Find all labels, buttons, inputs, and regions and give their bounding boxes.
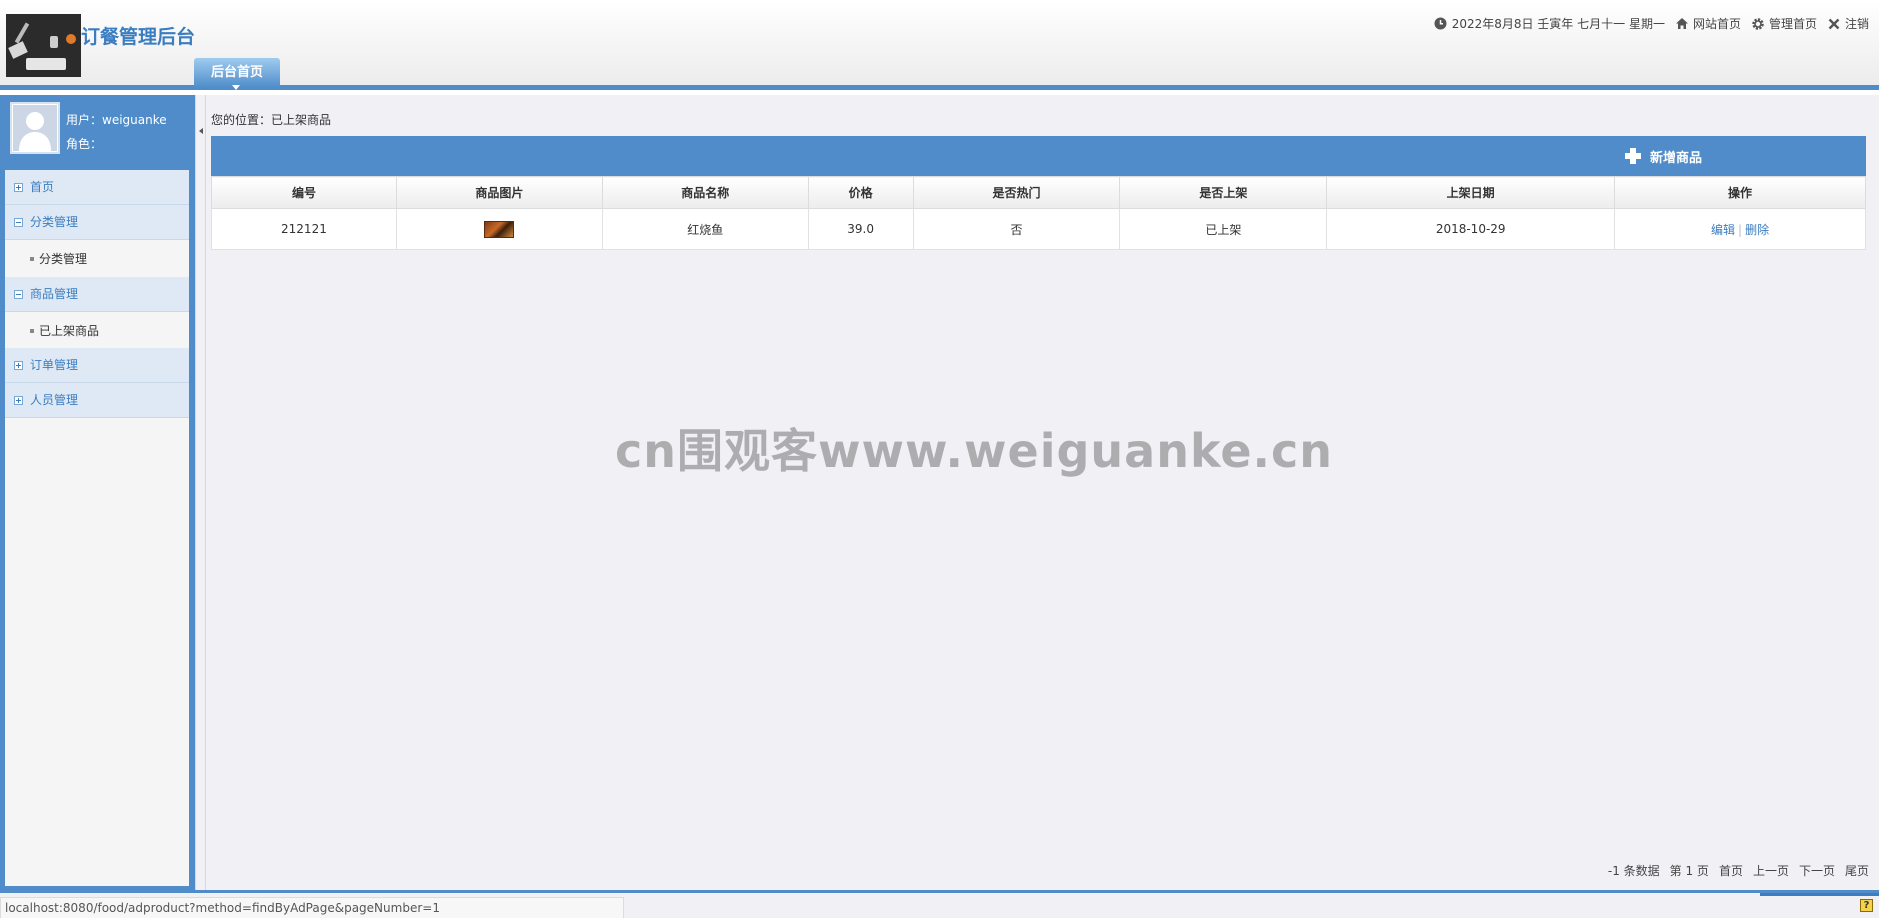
table-row: 212121 红烧鱼 39.0 否 已上架 2018-10-29 编辑 | 删除	[211, 208, 1866, 250]
tab-admin-home-label: 后台首页	[210, 65, 263, 80]
status-url: localhost:8080/food/adproduct?method=fin…	[0, 897, 624, 918]
top-links: 2022年8月8日 壬寅年 七月十一 星期一 网站首页 管理首页 注销	[1434, 15, 1879, 32]
avatar	[10, 102, 60, 154]
add-product-button[interactable]: 新增商品	[1624, 136, 1702, 176]
sidebar-item-label: 分类管理	[30, 215, 79, 229]
collapse-icon	[14, 290, 23, 299]
expand-icon	[14, 361, 23, 370]
home-icon	[1675, 17, 1689, 31]
collapse-arrow-icon	[199, 128, 203, 134]
action-separator: |	[1738, 222, 1743, 237]
help-icon[interactable]: ?	[1860, 899, 1873, 912]
expand-icon	[14, 396, 23, 405]
tab-admin-home[interactable]: 后台首页	[194, 58, 280, 90]
edit-link[interactable]: 编辑	[1711, 223, 1735, 237]
app-title: 订餐管理后台	[81, 26, 196, 48]
logo-image	[6, 14, 81, 77]
status-stripe	[1760, 893, 1879, 896]
site-home-label: 网站首页	[1692, 17, 1741, 31]
column-header[interactable]: 操作	[1614, 176, 1866, 209]
cell-price: 39.0	[807, 208, 914, 250]
status-bar: localhost:8080/food/adproduct?method=fin…	[0, 890, 1879, 918]
column-header[interactable]: 商品图片	[395, 176, 603, 209]
date-text: 2022年8月8日 壬寅年 七月十一 星期一	[1451, 17, 1665, 31]
pagination: -1 条数据 第 1 页 首页 上一页 下一页 尾页	[1598, 862, 1869, 879]
sidebar-item-staff[interactable]: 人员管理	[5, 383, 189, 418]
current-page: 第 1 页	[1669, 864, 1709, 878]
plus-icon	[1624, 148, 1641, 164]
column-header[interactable]: 编号	[211, 176, 397, 209]
sidebar-item-products[interactable]: 商品管理	[5, 277, 189, 312]
sidebar-subitem-label: 已上架商品	[39, 324, 100, 338]
sidebar-subitem-label: 分类管理	[39, 252, 88, 266]
cell-actions: 编辑 | 删除	[1614, 208, 1866, 250]
table-header-row: 编号 商品图片 商品名称 价格 是否热门 是否上架 上架日期 操作	[211, 176, 1866, 209]
watermark: cn围观客www.weiguanke.cn	[615, 424, 1334, 478]
date-display: 2022年8月8日 壬寅年 七月十一 星期一	[1434, 15, 1665, 32]
cell-hot: 否	[912, 208, 1121, 250]
sidebar: 用户：weiguanke 角色： 首页 分类管理 分类管理 商品管理 已上架商品…	[0, 95, 195, 890]
sidebar-collapse-handle[interactable]	[195, 95, 206, 890]
expand-icon	[14, 183, 23, 192]
product-thumbnail	[484, 220, 515, 238]
toolbar: 新增商品	[211, 136, 1866, 176]
gear-icon	[1751, 17, 1765, 31]
admin-home-link[interactable]: 管理首页	[1751, 15, 1817, 32]
sidebar-subitem-listed-products[interactable]: 已上架商品	[5, 313, 189, 349]
column-header[interactable]: 是否热门	[912, 176, 1121, 209]
cell-id: 212121	[211, 208, 397, 250]
record-count: -1 条数据	[1607, 864, 1660, 878]
delete-link[interactable]: 删除	[1745, 223, 1769, 237]
column-header[interactable]: 是否上架	[1119, 176, 1328, 209]
main-content: 您的位置：已上架商品 新增商品 编号 商品图片 商品名称 价格 是否热门 是否上…	[206, 95, 1879, 890]
user-role: 角色：	[66, 137, 103, 151]
cell-on-shelf: 已上架	[1119, 208, 1328, 250]
sidebar-item-home[interactable]: 首页	[5, 170, 189, 205]
sidebar-item-label: 人员管理	[30, 393, 79, 407]
add-product-label: 新增商品	[1649, 150, 1702, 166]
sidebar-item-label: 订单管理	[30, 358, 79, 372]
sidebar-item-label: 首页	[30, 180, 55, 194]
admin-home-label: 管理首页	[1768, 17, 1817, 31]
sidebar-subitem-category-manage[interactable]: 分类管理	[5, 241, 189, 277]
sidebar-item-category[interactable]: 分类管理	[5, 205, 189, 240]
bullet-icon	[30, 329, 34, 333]
prev-page-link[interactable]: 上一页	[1753, 862, 1789, 879]
site-home-link[interactable]: 网站首页	[1675, 15, 1741, 32]
last-page-link[interactable]: 尾页	[1845, 862, 1869, 879]
column-header[interactable]: 商品名称	[601, 176, 809, 209]
clock-icon	[1434, 17, 1448, 31]
product-table: 编号 商品图片 商品名称 价格 是否热门 是否上架 上架日期 操作 212121…	[211, 176, 1866, 250]
collapse-icon	[14, 218, 23, 227]
column-header[interactable]: 上架日期	[1326, 176, 1616, 209]
column-header[interactable]: 价格	[807, 176, 914, 209]
logout-link[interactable]: 注销	[1827, 15, 1869, 32]
logout-label: 注销	[1844, 17, 1869, 31]
next-page-link[interactable]: 下一页	[1799, 862, 1835, 879]
sidebar-item-label: 商品管理	[30, 287, 79, 301]
sidebar-item-orders[interactable]: 订单管理	[5, 348, 189, 383]
tab-caret-icon	[232, 85, 240, 90]
close-icon	[1827, 17, 1841, 31]
header: 订餐管理后台 后台首页 2022年8月8日 壬寅年 七月十一 星期一 网站首页 …	[0, 0, 1879, 90]
cell-name: 红烧鱼	[601, 208, 809, 250]
user-name: 用户：weiguanke	[66, 113, 167, 127]
cell-date: 2018-10-29	[1326, 208, 1616, 250]
bullet-icon	[30, 257, 34, 261]
breadcrumb: 您的位置：已上架商品	[211, 113, 332, 127]
sidebar-menu: 首页 分类管理 分类管理 商品管理 已上架商品 订单管理 人员管理	[5, 170, 189, 886]
cell-image	[395, 208, 603, 250]
first-page-link[interactable]: 首页	[1719, 862, 1743, 879]
